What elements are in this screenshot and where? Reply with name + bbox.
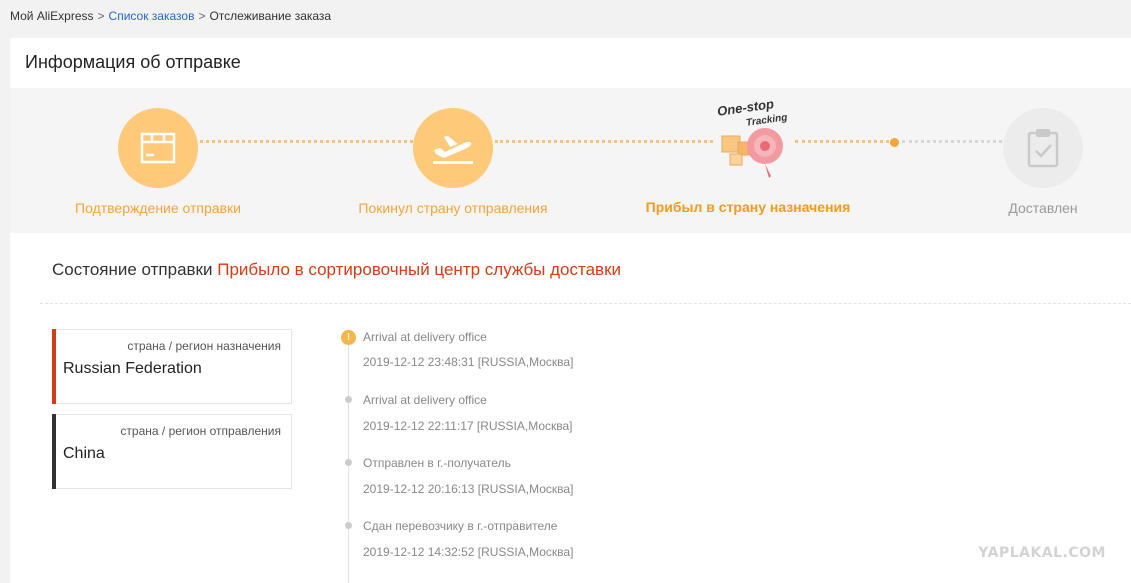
origin-region-card: страна / регион отправления China [52, 414, 292, 489]
step-2-circle [413, 108, 493, 188]
step-2-label: Покинул страну отправления [358, 200, 548, 216]
shipment-info-panel: Информация об отправке Подтверждение отп… [10, 38, 1131, 583]
breadcrumb-separator: > [198, 9, 206, 23]
status-value: Прибыло в сортировочный центр службы дос… [217, 260, 622, 279]
divider [40, 303, 1131, 304]
timeline-time: 2019-12-12 22:11:17 [RUSSIA,Москва] [363, 419, 573, 433]
step-4-circle [1003, 108, 1083, 188]
step-connector [200, 140, 413, 143]
destination-region-card: страна / регион назначения Russian Feder… [52, 329, 292, 404]
timeline-current-marker-icon: ! [341, 330, 356, 345]
destination-value: Russian Federation [63, 360, 202, 377]
timeline-event: Arrival at delivery office [363, 393, 487, 407]
watermark: YAPLAKAL.COM [978, 545, 1106, 561]
timeline-dot [345, 459, 352, 466]
tracking-stepper: Подтверждение отправки Покинул страну от… [10, 88, 1131, 233]
one-stop-tracking-icon: One-stop Tracking [710, 96, 800, 186]
timeline-time: 2019-12-12 23:48:31 [RUSSIA,Москва] [363, 355, 574, 369]
step-4-label: Доставлен [1008, 200, 1078, 216]
clipboard-check-icon [1027, 129, 1059, 168]
page-title: Информация об отправке [25, 52, 241, 72]
destination-caption: страна / регион назначения [127, 339, 281, 353]
origin-value: China [63, 445, 105, 462]
step-connector [902, 140, 1002, 143]
breadcrumb: Мой AliExpress > Список заказов > Отслеживан… [10, 9, 331, 23]
plane-takeoff-icon [433, 136, 473, 164]
breadcrumb-home[interactable]: Мой AliExpress [10, 9, 94, 23]
origin-caption: страна / регион отправления [120, 424, 281, 438]
breadcrumb-orders-link[interactable]: Список заказов [109, 9, 195, 23]
timeline-event: Arrival at delivery office [363, 330, 487, 344]
package-icon [140, 132, 176, 164]
progress-dot [890, 138, 899, 147]
destination-accent-bar [52, 329, 56, 404]
step-connector [795, 140, 895, 143]
timeline-dot [345, 522, 352, 529]
origin-accent-bar [52, 414, 56, 489]
step-1-label: Подтверждение отправки [75, 200, 241, 216]
timeline-time: 2019-12-12 20:16:13 [RUSSIA,Москва] [363, 482, 574, 496]
timeline-time: 2019-12-12 14:32:52 [RUSSIA,Москва] [363, 545, 574, 559]
step-1-circle [118, 108, 198, 188]
step-3-label: Прибыл в страну назначения [645, 199, 851, 215]
timeline-event: Отправлен в г.-получатель [363, 456, 511, 470]
shipment-status: Состояние отправки Прибыло в сортировочн… [52, 260, 621, 280]
timeline-dot [345, 396, 352, 403]
status-label: Состояние отправки [52, 260, 213, 279]
step-connector [495, 140, 713, 143]
breadcrumb-separator: > [97, 9, 105, 23]
timeline-event: Сдан перевозчику в г.-отправителе [363, 519, 558, 533]
breadcrumb-current: Отслеживание заказа [209, 9, 332, 23]
